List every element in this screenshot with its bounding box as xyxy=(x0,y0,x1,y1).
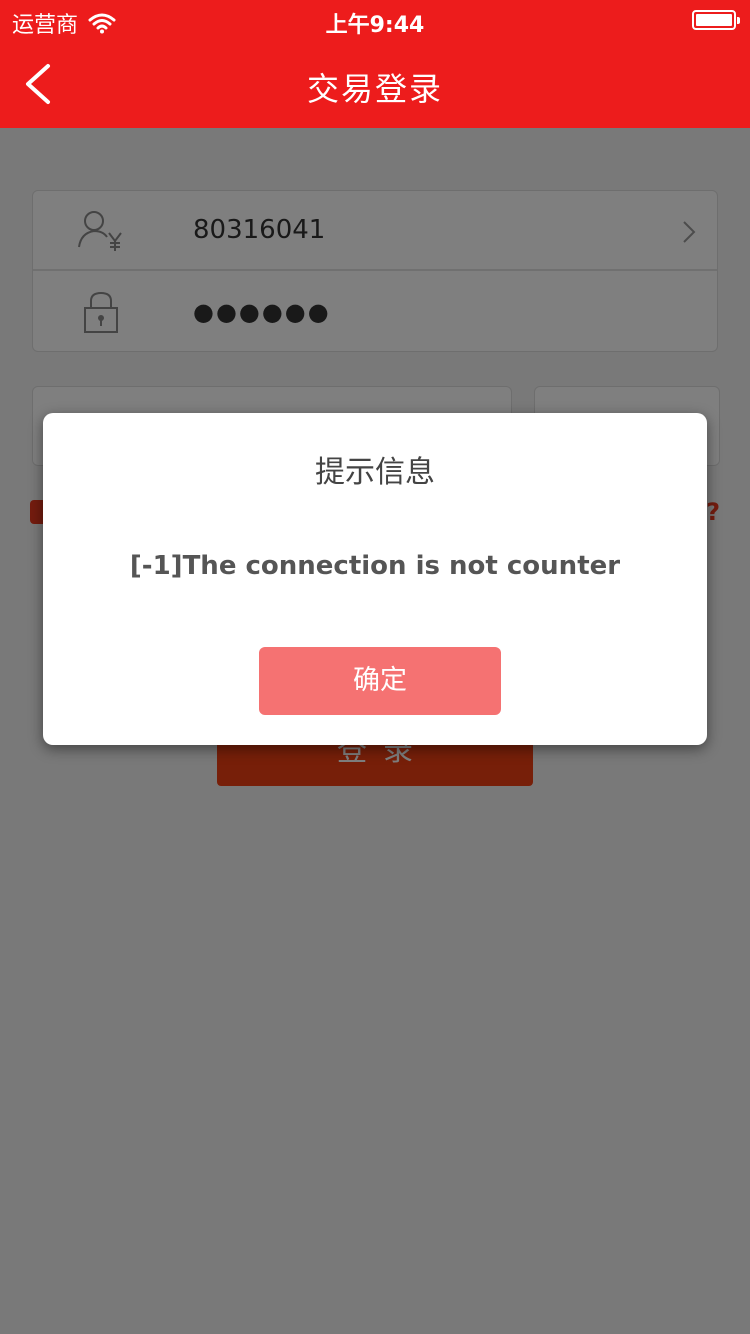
status-bar: 运营商 上午9:44 xyxy=(0,0,750,40)
page-title: 交易登录 xyxy=(306,70,443,108)
alert-dialog: 提示信息 [-1]The connection is not counter 确… xyxy=(43,413,707,745)
status-time: 上午9:44 xyxy=(325,13,425,38)
nav-bar: 交易登录 xyxy=(0,40,750,128)
login-screen: 运营商 上午9:44 交易登录 80316041 xyxy=(0,0,750,1334)
dialog-message: [-1]The connection is not counter xyxy=(129,551,621,581)
dialog-title: 提示信息 xyxy=(315,455,435,490)
battery-icon xyxy=(692,10,740,30)
confirm-button[interactable]: 确定 xyxy=(259,647,501,715)
battery-level xyxy=(696,14,732,26)
